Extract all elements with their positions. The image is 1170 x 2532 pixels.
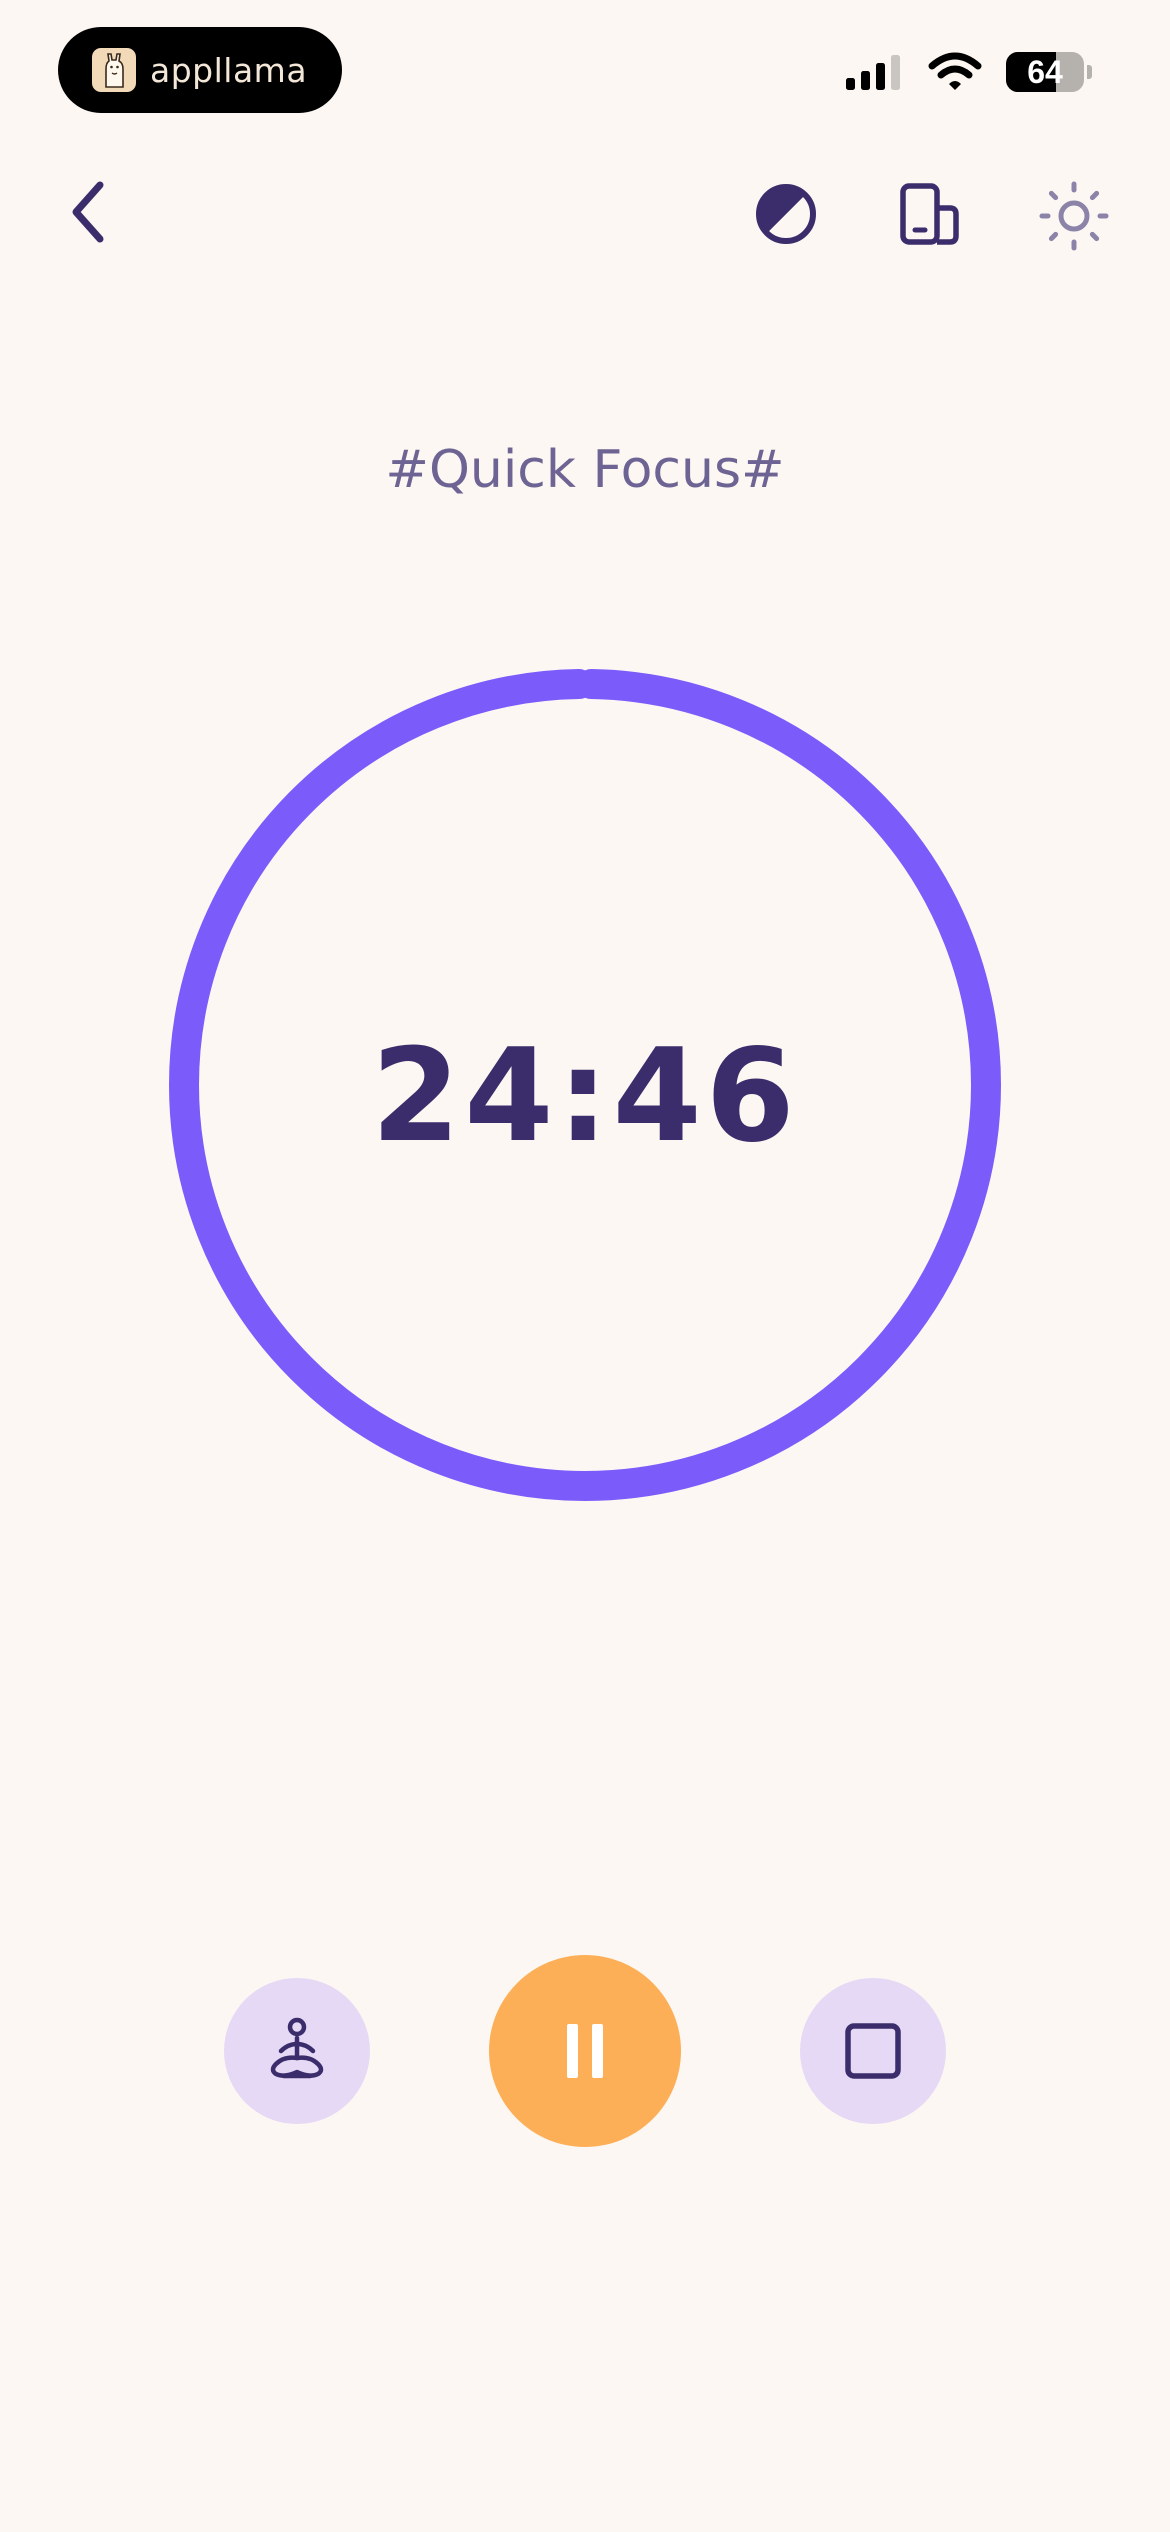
cellular-signal-icon bbox=[846, 55, 900, 90]
battery-percent-label: 64 bbox=[1027, 53, 1063, 90]
device-orientation-button[interactable] bbox=[896, 180, 964, 248]
pause-button[interactable] bbox=[489, 1955, 681, 2147]
system-status: 64 bbox=[846, 52, 1092, 92]
time-remaining: 24:46 bbox=[371, 1022, 799, 1171]
stop-icon bbox=[845, 2023, 901, 2079]
wifi-icon bbox=[928, 52, 982, 90]
device-rotate-icon bbox=[900, 183, 959, 245]
meditation-button[interactable] bbox=[224, 1978, 370, 2124]
stop-button[interactable] bbox=[800, 1978, 946, 2124]
chevron-left-icon bbox=[72, 181, 104, 243]
app-name-label: appllama bbox=[150, 50, 308, 90]
brightness-button[interactable] bbox=[1038, 180, 1110, 252]
theme-toggle-button[interactable] bbox=[752, 180, 820, 248]
llama-logo-icon bbox=[92, 48, 136, 92]
session-title: #Quick Focus# bbox=[385, 440, 785, 500]
pause-icon bbox=[567, 2024, 603, 2078]
app-pill: appllama bbox=[58, 27, 342, 113]
focus-timer-screen: appllama 64 #Quick Focus# 24:46 bbox=[0, 0, 1170, 2532]
battery-indicator: 64 bbox=[1006, 52, 1084, 92]
battery-nub bbox=[1087, 65, 1092, 79]
sun-icon bbox=[1039, 181, 1109, 251]
back-button[interactable] bbox=[56, 176, 120, 248]
contrast-icon bbox=[756, 184, 816, 244]
meditation-icon bbox=[270, 2017, 324, 2079]
